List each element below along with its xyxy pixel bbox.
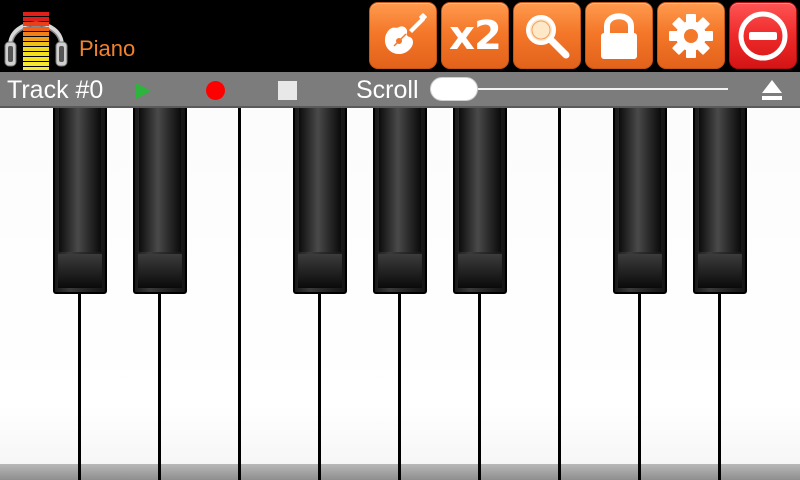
black-key-face [699,108,741,252]
black-key-face [139,108,181,252]
black-key-tip [58,254,102,288]
exit-button[interactable] [729,2,797,69]
black-key-tip [698,254,742,288]
no-entry-icon [736,9,790,63]
key-divider [558,108,561,480]
guitar-icon [378,11,428,61]
record-button[interactable] [206,81,225,100]
app-title: Piano [79,36,136,61]
piano-keyboard [0,108,800,480]
key-base [0,464,80,480]
black-key[interactable] [293,108,347,294]
instrument-button[interactable] [369,2,437,69]
black-key-tip [458,254,502,288]
search-button[interactable] [513,2,581,69]
key-base [320,464,400,480]
black-key-face [299,108,341,252]
black-key-tip [138,254,182,288]
top-bar: Piano x2 [0,0,800,72]
black-key-face [59,108,101,252]
track-label[interactable]: Track #0 [7,76,103,104]
key-base [720,464,800,480]
black-key[interactable] [373,108,427,294]
black-key-face [459,108,501,252]
black-key[interactable] [53,108,107,294]
settings-button[interactable] [657,2,725,69]
key-base [640,464,720,480]
stop-button[interactable] [278,81,297,100]
play-icon [133,83,153,105]
lock-icon [596,10,642,62]
key-base [80,464,160,480]
black-key-tip [618,254,662,288]
zoom-button[interactable]: x2 [441,2,509,69]
black-key-face [379,108,421,252]
key-base [240,464,320,480]
magnifier-icon [520,9,574,63]
key-base [160,464,240,480]
play-button[interactable] [133,81,153,101]
scroll-slider[interactable] [430,75,728,103]
eject-button[interactable] [760,78,784,102]
transport-bar: Track #0 Scroll [0,72,800,108]
lock-button[interactable] [585,2,653,69]
key-divider [238,108,241,480]
black-key[interactable] [133,108,187,294]
black-key-face [619,108,661,252]
eject-icon [760,80,784,106]
key-base [400,464,480,480]
black-key[interactable] [693,108,747,294]
black-key[interactable] [453,108,507,294]
gear-icon [666,11,716,61]
black-key-tip [378,254,422,288]
key-base [480,464,560,480]
black-key[interactable] [613,108,667,294]
scroll-label: Scroll [356,76,419,104]
headphones-level-meter-icon [4,2,68,70]
zoom-label: x2 [449,12,502,59]
black-key-tip [298,254,342,288]
scroll-thumb[interactable] [430,77,478,101]
key-base [560,464,640,480]
